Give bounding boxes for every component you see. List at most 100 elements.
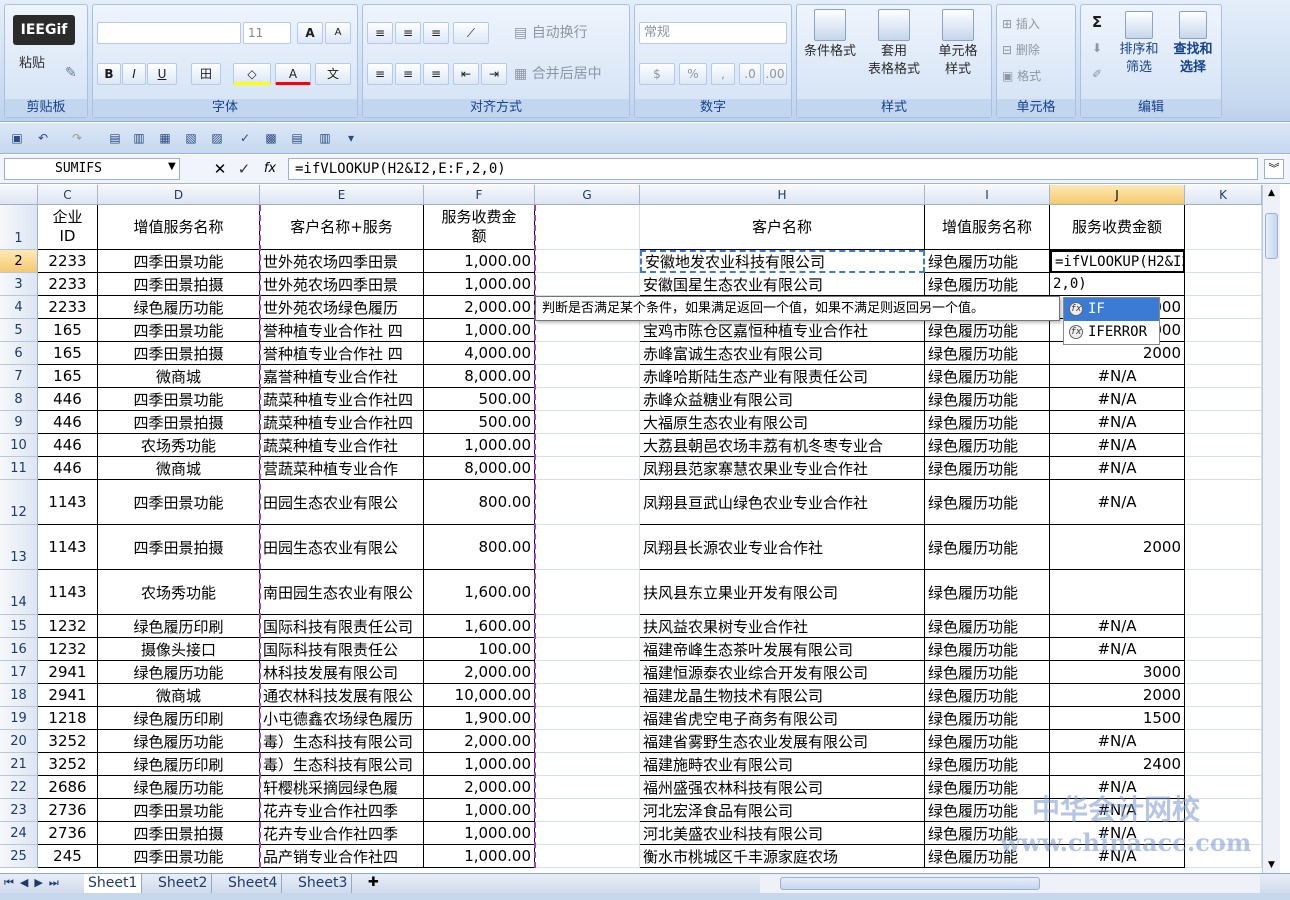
cell-f25[interactable]: 1,000.00: [424, 845, 535, 868]
cell-d25[interactable]: 四季田景功能: [98, 845, 260, 868]
cell-f3[interactable]: 1,000.00: [424, 273, 535, 296]
cell-j6[interactable]: 2000: [1050, 342, 1185, 365]
cell-h12[interactable]: 凤翔县亘武山绿色农业专业合作社: [640, 480, 925, 525]
grow-font-button[interactable]: A: [297, 22, 323, 44]
horizontal-scrollbar[interactable]: [760, 875, 1260, 893]
cell-g11[interactable]: [535, 457, 640, 480]
insert-button[interactable]: ⊞ 插入: [1001, 13, 1073, 35]
cell-e6[interactable]: 誉种植专业合作社 四: [260, 342, 424, 365]
cell-g25[interactable]: [535, 845, 640, 868]
cell-c22[interactable]: 2686: [38, 776, 98, 799]
row-header-16[interactable]: 16: [0, 638, 38, 661]
sheet-tab-1[interactable]: Sheet1: [84, 874, 143, 893]
cell-c19[interactable]: 1218: [38, 707, 98, 730]
cell-d3[interactable]: 四季田景拍摄: [98, 273, 260, 296]
header-cell-j[interactable]: 服务收费金额: [1050, 205, 1185, 250]
cell-f6[interactable]: 4,000.00: [424, 342, 535, 365]
cell-e17[interactable]: 林科技发展有限公司: [260, 661, 424, 684]
cell-j20[interactable]: #N/A: [1050, 730, 1185, 753]
cell-h7[interactable]: 赤峰哈斯陆生态产业有限责任公司: [640, 365, 925, 388]
fill-color-button[interactable]: ◇: [233, 63, 271, 85]
phonetic-button[interactable]: 文: [315, 63, 351, 85]
cell-g13[interactable]: [535, 525, 640, 570]
cell-e2[interactable]: 世外苑农场四季田景: [260, 250, 424, 273]
cell-d2[interactable]: 四季田景功能: [98, 250, 260, 273]
cell-k9[interactable]: [1185, 411, 1262, 434]
cell-f5[interactable]: 1,000.00: [424, 319, 535, 342]
cell-h9[interactable]: 大福原生态农业有限公司: [640, 411, 925, 434]
cell-i16[interactable]: 绿色履历功能: [925, 638, 1050, 661]
column-header-k[interactable]: K: [1185, 185, 1262, 205]
cell-c10[interactable]: 446: [38, 434, 98, 457]
row-header-20[interactable]: 20: [0, 730, 38, 753]
customize-toolbar-icon[interactable]: ▾: [342, 129, 360, 147]
currency-button[interactable]: $: [639, 63, 675, 85]
cell-i2[interactable]: 绿色履历功能: [925, 250, 1050, 273]
column-header-d[interactable]: D: [98, 185, 260, 205]
toolbar-icon-7[interactable]: ▩: [262, 129, 280, 147]
scroll-down-icon[interactable]: ▼: [1263, 857, 1280, 873]
cell-i13[interactable]: 绿色履历功能: [925, 525, 1050, 570]
border-button[interactable]: 田: [191, 63, 221, 85]
header-cell-f[interactable]: 服务收费金 额: [424, 205, 535, 250]
cell-h21[interactable]: 福建施畤农业有限公司: [640, 753, 925, 776]
cell-e12[interactable]: 田园生态农业有限公: [260, 480, 424, 525]
cell-d11[interactable]: 微商城: [98, 457, 260, 480]
cell-h23[interactable]: 河北宏泽食品有限公司: [640, 799, 925, 822]
cell-f2[interactable]: 1,000.00: [424, 250, 535, 273]
cell-f21[interactable]: 1,000.00: [424, 753, 535, 776]
toolbar-icon-2[interactable]: ▥: [130, 129, 148, 147]
cell-h5[interactable]: 宝鸡市陈仓区嘉恒种植专业合作社: [640, 319, 925, 342]
cell-k8[interactable]: [1185, 388, 1262, 411]
cell-f18[interactable]: 10,000.00: [424, 684, 535, 707]
delete-button[interactable]: ⊟ 删除: [1001, 39, 1073, 61]
align-left-button[interactable]: ≡: [367, 63, 393, 85]
conditional-format-button[interactable]: 条件格式: [797, 5, 863, 61]
row-header-21[interactable]: 21: [0, 753, 38, 776]
tab-nav-icons[interactable]: ⏮◀▶⏭: [4, 874, 65, 892]
cell-g8[interactable]: [535, 388, 640, 411]
cell-d10[interactable]: 农场秀功能: [98, 434, 260, 457]
cell-g21[interactable]: [535, 753, 640, 776]
cell-d4[interactable]: 绿色履历功能: [98, 296, 260, 319]
autocomplete-item-if[interactable]: fx IF: [1064, 298, 1159, 321]
cell-d5[interactable]: 四季田景功能: [98, 319, 260, 342]
toolbar-icon-8[interactable]: ▤: [288, 129, 306, 147]
cell-h10[interactable]: 大荔县朝邑农场丰荔有机冬枣专业合: [640, 434, 925, 457]
cell-f14[interactable]: 1,600.00: [424, 570, 535, 615]
font-size-select[interactable]: 11: [243, 22, 291, 44]
underline-button[interactable]: U: [147, 63, 177, 85]
column-header-f[interactable]: F: [424, 185, 535, 205]
cell-e18[interactable]: 通农林科技发展有限公: [260, 684, 424, 707]
cell-k11[interactable]: [1185, 457, 1262, 480]
italic-button[interactable]: I: [122, 63, 146, 85]
row-header-10[interactable]: 10: [0, 434, 38, 457]
cell-i7[interactable]: 绿色履历功能: [925, 365, 1050, 388]
cell-e16[interactable]: 国际科技有限责任公: [260, 638, 424, 661]
cell-g3[interactable]: [535, 273, 640, 296]
cell-d22[interactable]: 绿色履历功能: [98, 776, 260, 799]
cell-c14[interactable]: 1143: [38, 570, 98, 615]
cell-f12[interactable]: 800.00: [424, 480, 535, 525]
cell-j11[interactable]: #N/A: [1050, 457, 1185, 480]
toolbar-icon-5[interactable]: ▨: [208, 129, 226, 147]
cell-g7[interactable]: [535, 365, 640, 388]
cell-c11[interactable]: 446: [38, 457, 98, 480]
cell-i10[interactable]: 绿色履历功能: [925, 434, 1050, 457]
cell-c20[interactable]: 3252: [38, 730, 98, 753]
column-header-j[interactable]: J: [1050, 185, 1185, 205]
header-cell-g[interactable]: [535, 205, 640, 250]
cell-e13[interactable]: 田园生态农业有限公: [260, 525, 424, 570]
cell-e24[interactable]: 花卉专业合作社四季: [260, 822, 424, 845]
cell-j7[interactable]: #N/A: [1050, 365, 1185, 388]
wrap-text-button[interactable]: ▤ 自动换行: [513, 22, 623, 44]
cell-c3[interactable]: 2233: [38, 273, 98, 296]
format-button[interactable]: ▣ 格式: [1001, 65, 1073, 87]
cell-g15[interactable]: [535, 615, 640, 638]
cell-g20[interactable]: [535, 730, 640, 753]
cell-c4[interactable]: 2233: [38, 296, 98, 319]
select-all-corner[interactable]: [0, 185, 38, 205]
cell-f11[interactable]: 8,000.00: [424, 457, 535, 480]
cell-f7[interactable]: 8,000.00: [424, 365, 535, 388]
toolbar-icon-9[interactable]: ▥: [316, 129, 334, 147]
